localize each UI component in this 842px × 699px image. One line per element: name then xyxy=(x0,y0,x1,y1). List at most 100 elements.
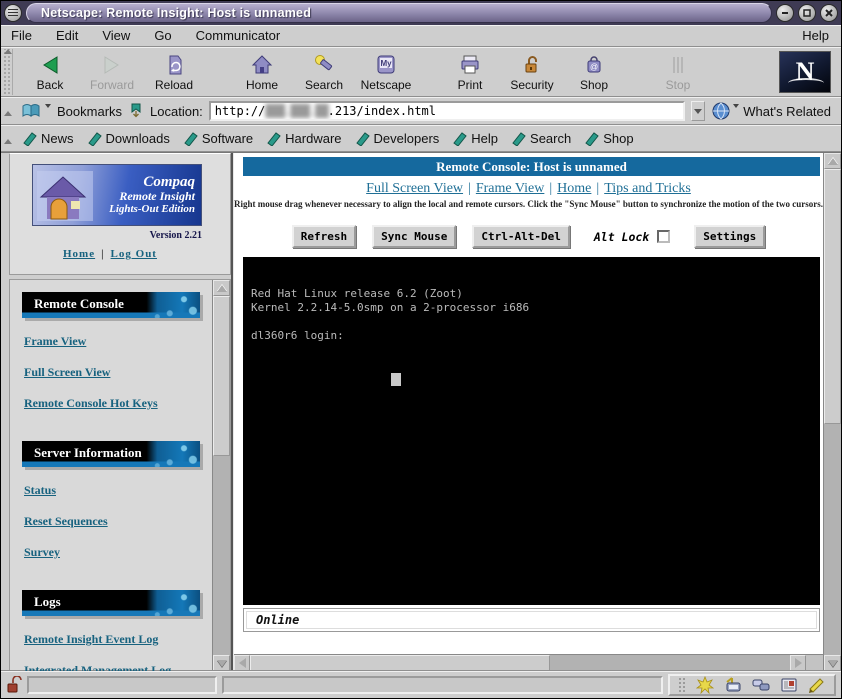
address-book-icon[interactable] xyxy=(780,676,798,694)
security-lock-icon[interactable] xyxy=(6,676,22,694)
refresh-button[interactable]: Refresh xyxy=(292,225,356,248)
sidebar-link-frame-view[interactable]: Frame View xyxy=(24,334,212,349)
bookmark-item-search[interactable]: Search xyxy=(512,131,571,146)
sync-mouse-button[interactable]: Sync Mouse xyxy=(372,225,456,248)
bookmark-icon xyxy=(88,132,102,146)
remote-console-screen[interactable]: Red Hat Linux release 6.2 (Zoot) Kernel … xyxy=(243,257,820,605)
nav-buttons: Back Forward Reload Home xyxy=(15,48,841,96)
close-button[interactable] xyxy=(820,4,838,22)
sidebar-link-survey[interactable]: Survey xyxy=(24,545,212,560)
minimize-button[interactable] xyxy=(776,4,794,22)
separator: | xyxy=(596,181,599,196)
menu-go[interactable]: Go xyxy=(154,28,171,43)
print-label: Print xyxy=(458,78,483,92)
url-input[interactable]: http://███.███.██.213/index.html xyxy=(209,101,685,121)
composer-icon[interactable] xyxy=(808,676,826,694)
product-name: Remote Insight xyxy=(119,190,195,203)
sidebar-scroll-thumb[interactable] xyxy=(213,296,230,456)
location-label: Location: xyxy=(150,104,203,119)
menu-help[interactable]: Help xyxy=(802,28,829,43)
separator: | xyxy=(549,181,552,196)
title-pill[interactable]: Netscape: Remote Insight: Host is unname… xyxy=(26,3,772,23)
discussions-icon[interactable] xyxy=(752,676,770,694)
link-home[interactable]: Home xyxy=(557,181,591,196)
netscape-logo[interactable]: N xyxy=(779,51,831,93)
url-history-dropdown[interactable] xyxy=(691,101,705,121)
reload-button[interactable]: Reload xyxy=(143,50,205,94)
reload-icon xyxy=(163,53,185,77)
whats-related-button[interactable]: What's Related xyxy=(711,101,835,121)
shop-button[interactable]: @ Shop xyxy=(563,50,625,94)
arrow-down-icon xyxy=(217,660,227,667)
netscape-button[interactable]: My Netscape xyxy=(355,50,417,94)
maximize-button[interactable] xyxy=(798,4,816,22)
settings-button[interactable]: Settings xyxy=(694,225,765,248)
home-button[interactable]: Home xyxy=(231,50,293,94)
arrow-right-icon xyxy=(795,658,802,668)
sidebar-link-integrated-management-log[interactable]: Integrated Management Log xyxy=(24,663,212,671)
bookmark-item-hardware[interactable]: Hardware xyxy=(267,131,341,146)
arrow-up-icon xyxy=(828,158,838,165)
main-scroll-track[interactable] xyxy=(824,424,841,655)
home-icon xyxy=(251,53,273,77)
window-title: Netscape: Remote Insight: Host is unname… xyxy=(41,6,311,20)
bookmark-item-shop[interactable]: Shop xyxy=(585,131,633,146)
link-full-screen-view[interactable]: Full Screen View xyxy=(366,181,463,196)
bookmark-item-developers[interactable]: Developers xyxy=(356,131,440,146)
ctrl-alt-del-button[interactable]: Ctrl-Alt-Del xyxy=(472,225,569,248)
shop-label: Shop xyxy=(580,78,608,92)
navigator-icon[interactable] xyxy=(696,676,714,694)
stop-label: Stop xyxy=(666,78,691,92)
scroll-left-button[interactable] xyxy=(234,655,250,671)
bookmarks-label[interactable]: Bookmarks xyxy=(57,104,122,119)
title-bar: Netscape: Remote Insight: Host is unname… xyxy=(1,1,841,25)
menu-edit[interactable]: Edit xyxy=(56,28,78,43)
sidebar-link-full-screen-view[interactable]: Full Screen View xyxy=(24,365,212,380)
search-icon xyxy=(313,53,335,77)
main-frame: Remote Console: Host is unnamed Full Scr… xyxy=(233,153,841,671)
sidebar-scroll-track[interactable] xyxy=(213,456,230,655)
location-bookmark-icon[interactable] xyxy=(128,103,144,119)
link-tips-and-tricks[interactable]: Tips and Tricks xyxy=(604,181,691,196)
link-frame-view[interactable]: Frame View xyxy=(476,181,545,196)
security-button[interactable]: Security xyxy=(501,50,563,94)
sidebar-link-reset-sequences[interactable]: Reset Sequences xyxy=(24,514,212,529)
svg-text:My: My xyxy=(380,59,392,68)
menu-file[interactable]: File xyxy=(11,28,32,43)
sidebar-scroll-up-button[interactable] xyxy=(213,280,230,296)
sidebar-link-status[interactable]: Status xyxy=(24,483,212,498)
sidebar-link-remote-insight-event-log[interactable]: Remote Insight Event Log xyxy=(24,632,212,647)
home-link[interactable]: Home xyxy=(63,248,95,260)
connection-status-box: Online xyxy=(243,608,820,632)
menu-communicator[interactable]: Communicator xyxy=(196,28,281,43)
search-button[interactable]: Search xyxy=(293,50,355,94)
horizontal-scroll-track[interactable] xyxy=(550,655,790,671)
navigation-toolbar: Back Forward Reload Home xyxy=(1,47,841,97)
back-button[interactable]: Back xyxy=(19,50,81,94)
mailbox-icon[interactable] xyxy=(724,676,742,694)
bookmark-item-news[interactable]: News xyxy=(23,131,74,146)
alt-lock-checkbox[interactable] xyxy=(657,230,670,243)
main-scroll-thumb[interactable] xyxy=(824,169,841,424)
bookmark-item-downloads[interactable]: Downloads xyxy=(88,131,170,146)
main-scroll-down-button[interactable] xyxy=(824,655,841,671)
sidebar-link-remote-console-hot-keys[interactable]: Remote Console Hot Keys xyxy=(24,396,212,411)
horizontal-scroll-thumb[interactable] xyxy=(250,655,550,671)
bookmark-item-help[interactable]: Help xyxy=(453,131,498,146)
print-button[interactable]: Print xyxy=(439,50,501,94)
terminal-line xyxy=(251,315,820,329)
main-scroll-up-button[interactable] xyxy=(824,153,841,169)
toolbar-grip[interactable] xyxy=(2,49,13,95)
menu-view[interactable]: View xyxy=(102,28,130,43)
personal-toolbar: News Downloads Software Hardware Develop… xyxy=(1,125,841,152)
logout-link[interactable]: Log Out xyxy=(111,248,157,260)
window-menu-button[interactable] xyxy=(4,4,22,22)
component-bar-grip[interactable] xyxy=(678,677,686,693)
bookmark-icon xyxy=(512,132,526,146)
bookmarks-dropdown-arrow[interactable] xyxy=(45,104,51,108)
sidebar-scroll-down-button[interactable] xyxy=(213,655,230,671)
bookmark-item-software[interactable]: Software xyxy=(184,131,253,146)
scroll-right-button[interactable] xyxy=(790,655,806,671)
separator: | xyxy=(101,248,104,260)
whats-related-dropdown-arrow[interactable] xyxy=(733,104,739,108)
